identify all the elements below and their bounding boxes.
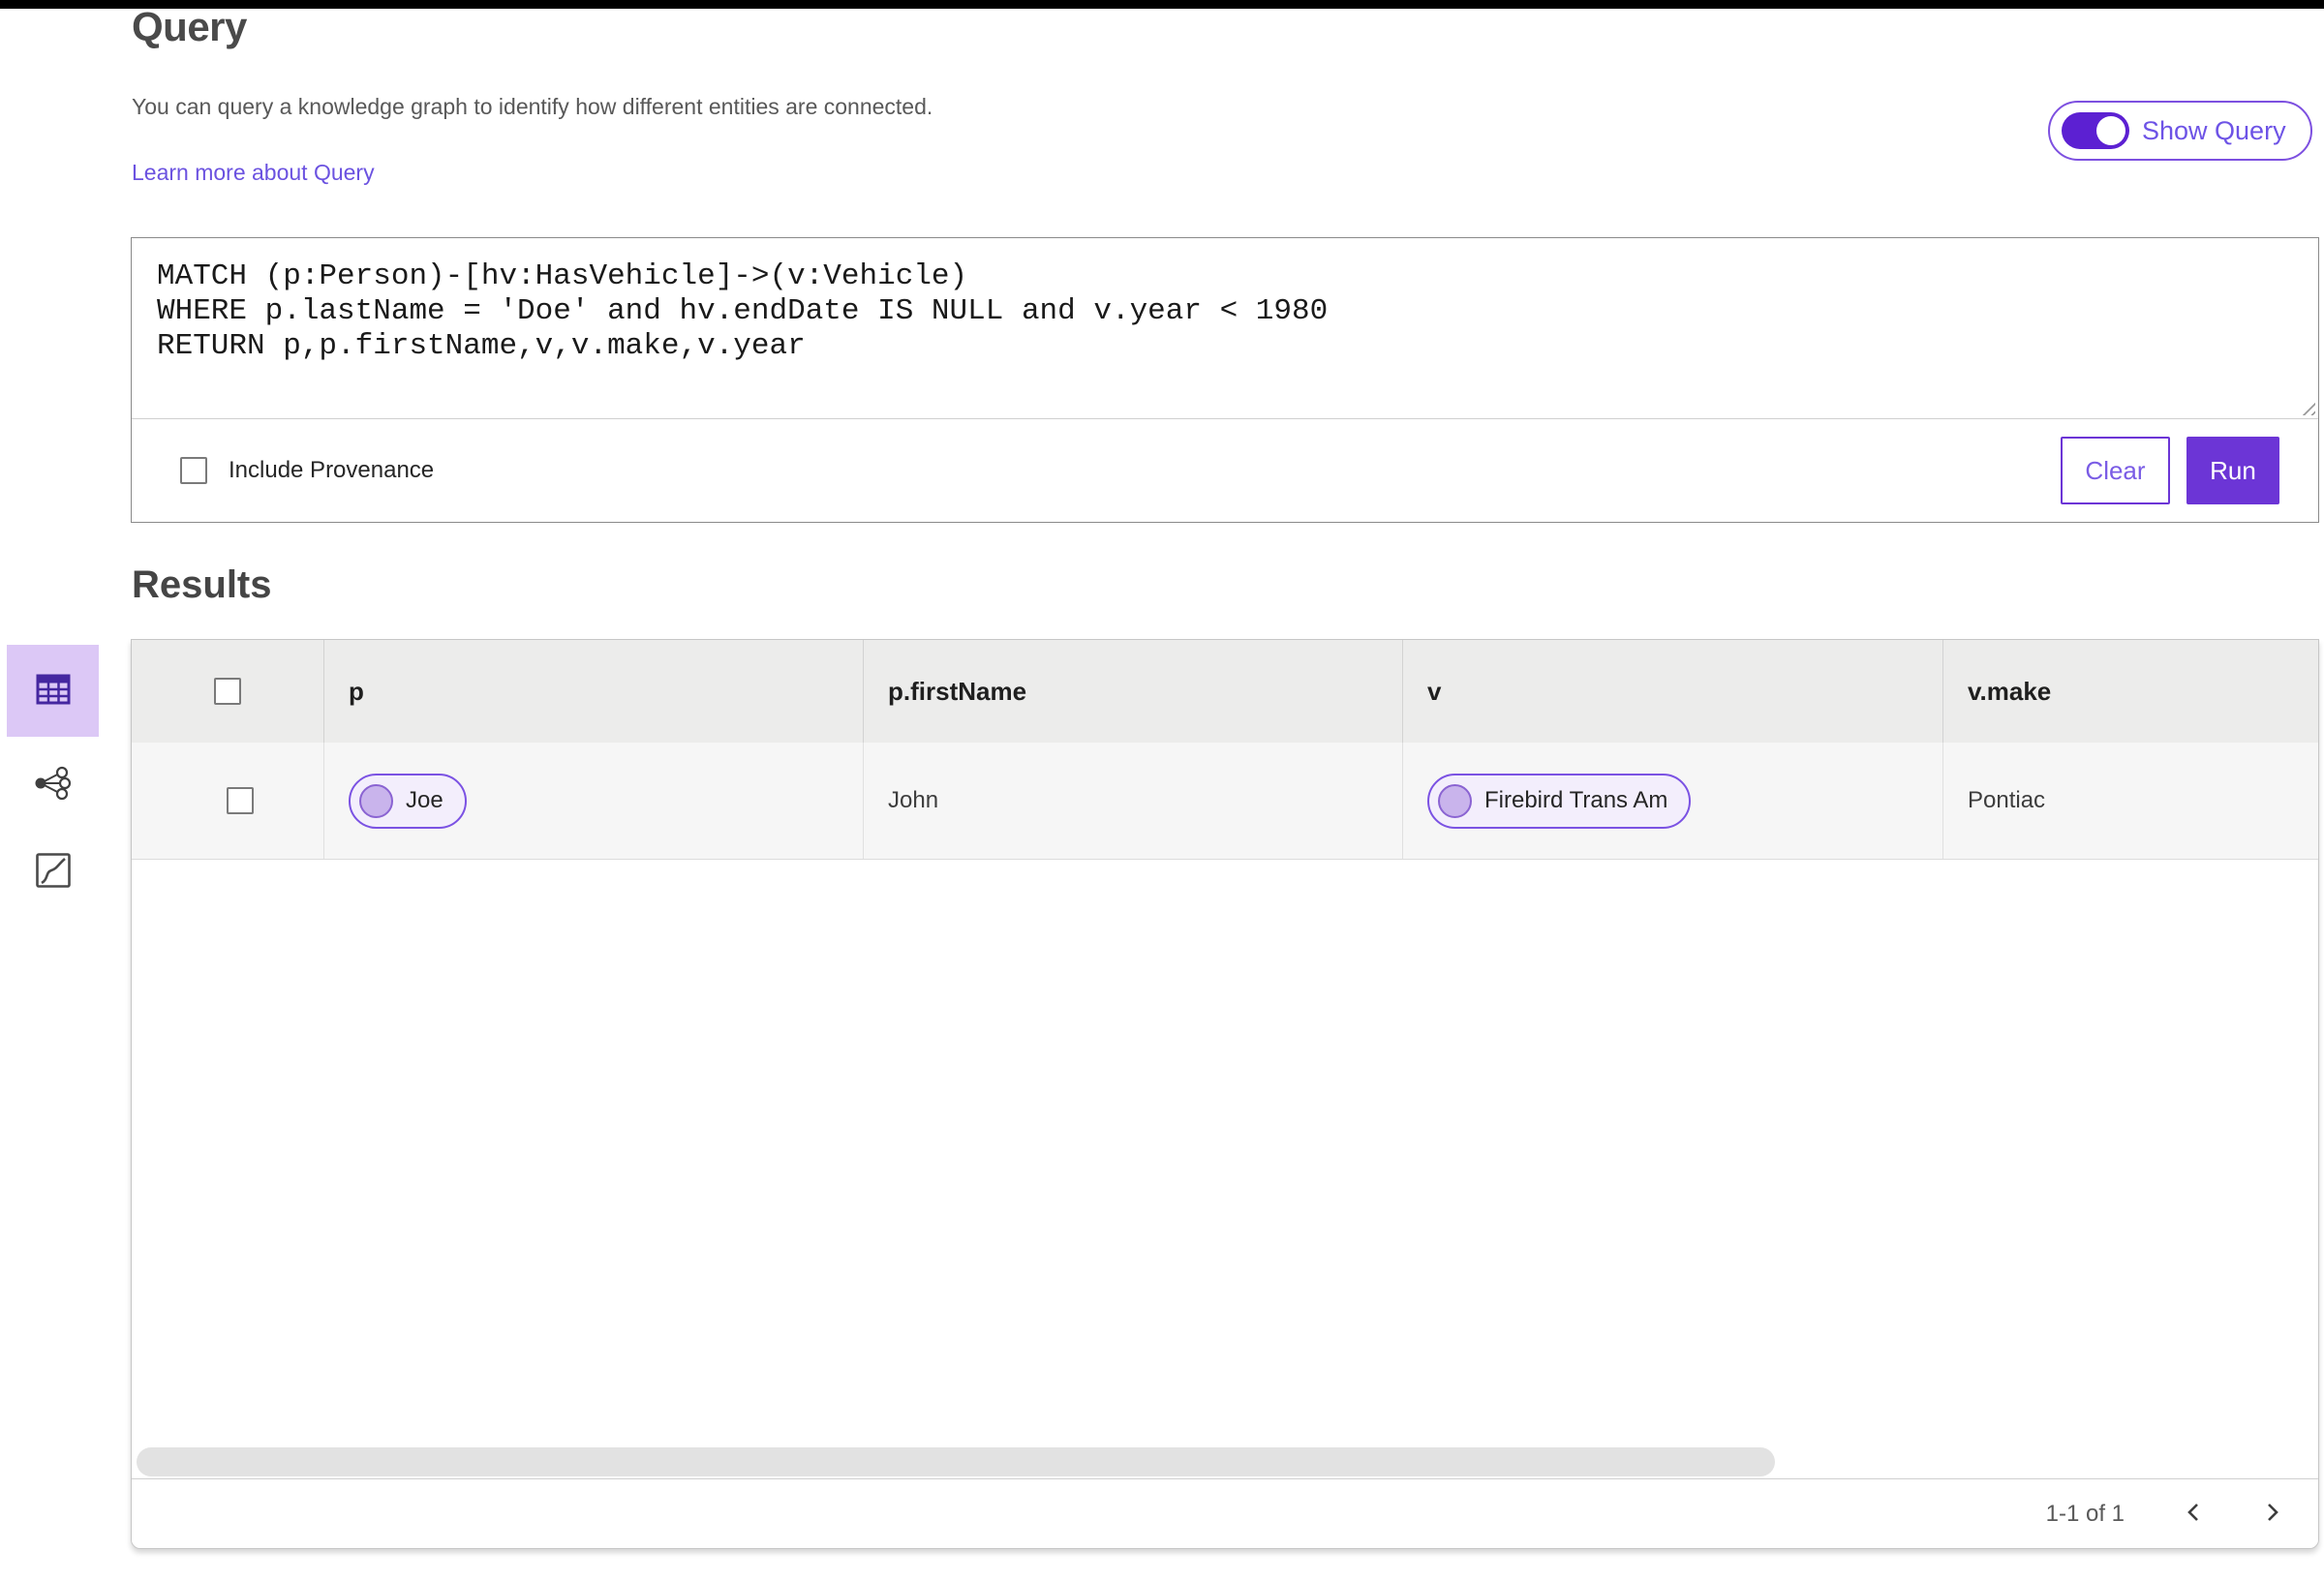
person-entity-chip[interactable]: Joe (349, 773, 467, 829)
table-header-row: p p.firstName v v.make (132, 640, 2318, 743)
run-button[interactable]: Run (2186, 437, 2279, 504)
graph-view-button[interactable] (7, 750, 99, 818)
results-table-panel: p p.firstName v v.make Joe John Firebird… (131, 639, 2319, 1549)
include-provenance-option[interactable]: Include Provenance (180, 457, 434, 484)
row-select-cell (132, 743, 324, 859)
select-all-cell (132, 640, 324, 743)
table-row[interactable]: Joe John Firebird Trans Am Pontiac (132, 743, 2318, 860)
page-title: Query (132, 4, 247, 49)
query-editor-panel: MATCH (p:Person)-[hv:HasVehicle]->(v:Veh… (131, 237, 2319, 523)
cell-p: Joe (324, 743, 864, 859)
learn-more-link[interactable]: Learn more about Query (132, 160, 375, 186)
select-all-checkbox[interactable] (214, 678, 241, 705)
next-page-button[interactable] (2250, 1493, 2293, 1535)
query-code-input[interactable]: MATCH (p:Person)-[hv:HasVehicle]->(v:Veh… (132, 238, 2318, 418)
table-view-button[interactable] (7, 645, 99, 737)
prev-page-button[interactable] (2173, 1493, 2216, 1535)
row-checkbox[interactable] (226, 787, 254, 814)
vehicle-chip-label: Firebird Trans Am (1484, 787, 1668, 813)
map-view-button[interactable] (7, 837, 99, 905)
graph-view-icon (33, 765, 74, 805)
person-node-icon (359, 783, 393, 818)
column-header-v: v (1403, 640, 1943, 743)
window-top-border (0, 0, 2324, 9)
table-view-icon (36, 674, 71, 708)
pagination-range: 1-1 of 1 (2045, 1500, 2125, 1527)
horizontal-scrollbar[interactable] (132, 1445, 2318, 1478)
cell-v-make: Pontiac (1968, 787, 2046, 813)
page-description: You can query a knowledge graph to ident… (132, 94, 933, 119)
cell-p-firstname: John (864, 743, 1403, 859)
column-header-p-firstname: p.firstName (864, 640, 1403, 743)
vehicle-entity-chip[interactable]: Firebird Trans Am (1427, 773, 1692, 829)
include-provenance-checkbox[interactable] (180, 457, 207, 484)
column-header-p: p (324, 640, 864, 743)
query-code-area: MATCH (p:Person)-[hv:HasVehicle]->(v:Veh… (132, 238, 2318, 419)
map-view-icon (35, 852, 72, 892)
column-header-v-make: v.make (1968, 676, 2052, 706)
cell-v: Firebird Trans Am (1403, 743, 1943, 859)
person-chip-label: Joe (406, 787, 443, 813)
vehicle-node-icon (1438, 783, 1472, 818)
toggle-knob (2096, 116, 2125, 145)
show-query-label: Show Query (2142, 115, 2286, 145)
table-empty-area (132, 860, 2318, 1445)
table-footer: 1-1 of 1 (132, 1478, 2318, 1548)
show-query-toggle[interactable]: Show Query (2048, 101, 2312, 161)
query-footer: Include Provenance Clear Run (132, 419, 2318, 522)
scrollbar-thumb[interactable] (137, 1447, 1775, 1476)
toggle-on-icon[interactable] (2062, 112, 2129, 149)
results-title: Results (132, 563, 272, 606)
view-switcher-rail (7, 645, 99, 905)
chevron-left-icon (2183, 1501, 2206, 1527)
query-actions: Clear Run (2061, 437, 2279, 504)
include-provenance-label: Include Provenance (229, 457, 435, 483)
clear-button[interactable]: Clear (2061, 437, 2170, 504)
chevron-right-icon (2260, 1501, 2283, 1527)
